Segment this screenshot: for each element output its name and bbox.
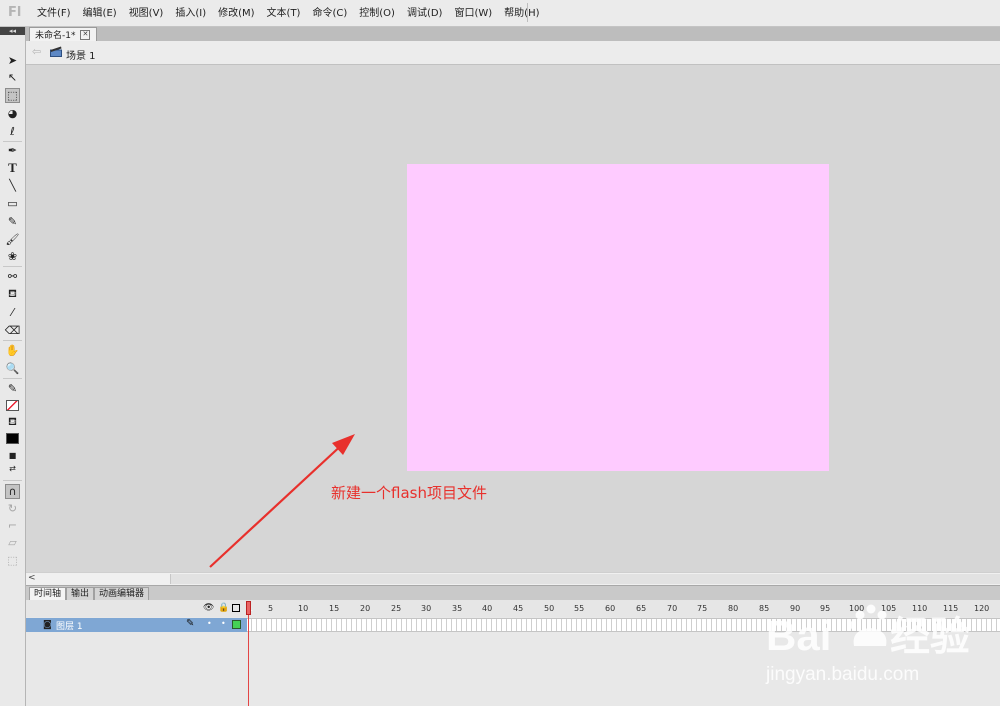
- tab-timeline[interactable]: 时间轴: [29, 587, 67, 600]
- brush-tool-icon[interactable]: 🖌: [5, 232, 20, 247]
- text-tool-icon[interactable]: T: [5, 160, 20, 175]
- edit-pencil-icon: ✎: [186, 618, 195, 629]
- scroll-left-icon[interactable]: <: [28, 573, 36, 583]
- playhead-line: [248, 615, 249, 706]
- layer-name[interactable]: 图层 1: [56, 619, 83, 632]
- horizontal-scrollbar[interactable]: <: [26, 572, 1000, 585]
- paint-bucket-tool-icon[interactable]: ⛾: [5, 287, 20, 302]
- menu-commands[interactable]: 命令(C): [306, 6, 353, 21]
- menu-help[interactable]: 帮助(H): [498, 6, 545, 21]
- tool-separator: [3, 141, 22, 142]
- stroke-color-swatch[interactable]: [5, 398, 20, 413]
- tools-panel: ◂◂ ➤ ↖ ⬚ ◕ ℓ ✒ T ╲ ▭ ✎ 🖌 ❀ ⚯ ⛾ ⁄ ⌫ ✋ 🔍 ✎…: [0, 27, 26, 706]
- menu-window[interactable]: 窗口(W): [448, 6, 498, 21]
- ruler-number: 30: [421, 604, 432, 613]
- annotation-text: 新建一个flash项目文件: [331, 484, 487, 502]
- ruler-number: 70: [667, 604, 678, 613]
- menu-separator: [527, 3, 528, 22]
- playhead[interactable]: [246, 601, 251, 615]
- ruler-number: 40: [482, 604, 493, 613]
- scene-clapper-icon: [50, 46, 62, 57]
- snap-to-objects-icon[interactable]: ∩: [5, 484, 20, 499]
- menu-view[interactable]: 视图(V): [123, 6, 170, 21]
- deco-tool-icon[interactable]: ❀: [5, 249, 20, 264]
- eyedropper-tool-icon[interactable]: ⁄: [5, 305, 20, 320]
- ruler-number: 45: [513, 604, 524, 613]
- menu-bar: Fl 文件(F) 编辑(E) 视图(V) 插入(I) 修改(M) 文本(T) 命…: [0, 0, 1000, 27]
- layer-row[interactable]: ◙ 图层 1 ✎ • •: [26, 618, 247, 632]
- fill-color-swatch[interactable]: [5, 431, 20, 446]
- stage-canvas[interactable]: [407, 164, 829, 471]
- lock-dot[interactable]: •: [221, 619, 226, 628]
- straighten-option-icon: ⌐: [7, 519, 18, 532]
- eraser-tool-icon[interactable]: ⌫: [5, 323, 21, 338]
- svg-text:jingyan.baidu.com: jingyan.baidu.com: [765, 664, 919, 685]
- tool-separator: [3, 480, 22, 481]
- bone-tool-icon[interactable]: ⚯: [5, 269, 20, 284]
- ruler-number: 65: [636, 604, 647, 613]
- menu-text[interactable]: 文本(T): [261, 6, 307, 21]
- ruler-number: 15: [329, 604, 340, 613]
- tool-separator: [3, 340, 22, 341]
- visibility-dot[interactable]: •: [207, 619, 212, 628]
- selection-tool-icon[interactable]: ➤: [5, 53, 20, 68]
- ruler-number: 50: [544, 604, 555, 613]
- lock-icon[interactable]: 🔒: [218, 603, 229, 613]
- ruler-number: 60: [605, 604, 616, 613]
- menu-modify[interactable]: 修改(M): [212, 6, 260, 21]
- menu-insert[interactable]: 插入(I): [169, 6, 212, 21]
- outline-icon[interactable]: [232, 604, 240, 612]
- ruler-number: 10: [298, 604, 309, 613]
- ruler-number: 55: [574, 604, 585, 613]
- lasso-tool-icon[interactable]: ℓ: [5, 124, 20, 139]
- rectangle-tool-icon[interactable]: ▭: [5, 196, 20, 211]
- tab-motion-editor[interactable]: 动画编辑器: [94, 587, 150, 600]
- show-hide-eye-icon[interactable]: 👁: [203, 603, 214, 613]
- ruler-number: 20: [360, 604, 371, 613]
- stroke-color-pencil-icon: ✎: [7, 382, 18, 395]
- ruler-number: 35: [452, 604, 463, 613]
- subselection-tool-icon[interactable]: ↖: [5, 70, 20, 85]
- layer-icon: ◙: [43, 620, 52, 630]
- menu-debug[interactable]: 调试(D): [401, 6, 449, 21]
- fill-color-bucket-icon: ⛾: [8, 415, 17, 428]
- scene-bar: ⇦ 场景 1: [26, 41, 1000, 65]
- app-logo: Fl: [8, 5, 22, 20]
- 3d-rotation-tool-icon[interactable]: ◕: [5, 106, 20, 121]
- tool-separator: [3, 378, 22, 379]
- collapse-panel-icon[interactable]: ◂◂: [0, 27, 25, 35]
- ruler-number: 80: [728, 604, 739, 613]
- tool-separator: [3, 266, 22, 267]
- document-tab-label: 未命名-1*: [35, 31, 76, 41]
- layer-outline-swatch[interactable]: [232, 620, 241, 629]
- scene-label: 场景 1: [66, 51, 96, 62]
- zoom-tool-icon[interactable]: 🔍: [5, 361, 20, 376]
- ruler-number: 25: [391, 604, 402, 613]
- hand-tool-icon[interactable]: ✋: [5, 343, 20, 358]
- pencil-tool-icon[interactable]: ✎: [5, 214, 20, 229]
- menu-items: 文件(F) 编辑(E) 视图(V) 插入(I) 修改(M) 文本(T) 命令(C…: [31, 6, 546, 21]
- line-tool-icon[interactable]: ╲: [5, 178, 20, 193]
- back-arrow-icon[interactable]: ⇦: [32, 45, 41, 58]
- swap-colors-icon[interactable]: ⇄: [5, 461, 20, 476]
- menu-control[interactable]: 控制(O): [353, 6, 401, 21]
- document-tab[interactable]: 未命名-1* ✕: [29, 27, 98, 41]
- tab-output[interactable]: 输出: [66, 587, 95, 600]
- menu-edit[interactable]: 编辑(E): [77, 6, 123, 21]
- ruler-number: 75: [697, 604, 708, 613]
- svg-text:经验: 经验: [890, 614, 970, 660]
- ruler-number: 5: [268, 604, 274, 613]
- smooth-option-icon: ↻: [7, 502, 18, 515]
- close-icon[interactable]: ✕: [80, 29, 91, 40]
- document-tab-bar: [26, 27, 1000, 41]
- svg-text:Bai: Bai: [766, 612, 831, 659]
- scrollbar-thumb[interactable]: [170, 574, 1000, 584]
- menu-file[interactable]: 文件(F): [31, 6, 77, 21]
- free-transform-tool-icon[interactable]: ⬚: [5, 88, 20, 103]
- baidu-jingyan-watermark: Bai 经验 jingyan.baidu.com: [765, 604, 970, 685]
- pen-tool-icon[interactable]: ✒: [5, 143, 20, 158]
- scale-option-icon: ⬚: [7, 554, 18, 567]
- rotate-skew-option-icon: ▱: [8, 536, 17, 549]
